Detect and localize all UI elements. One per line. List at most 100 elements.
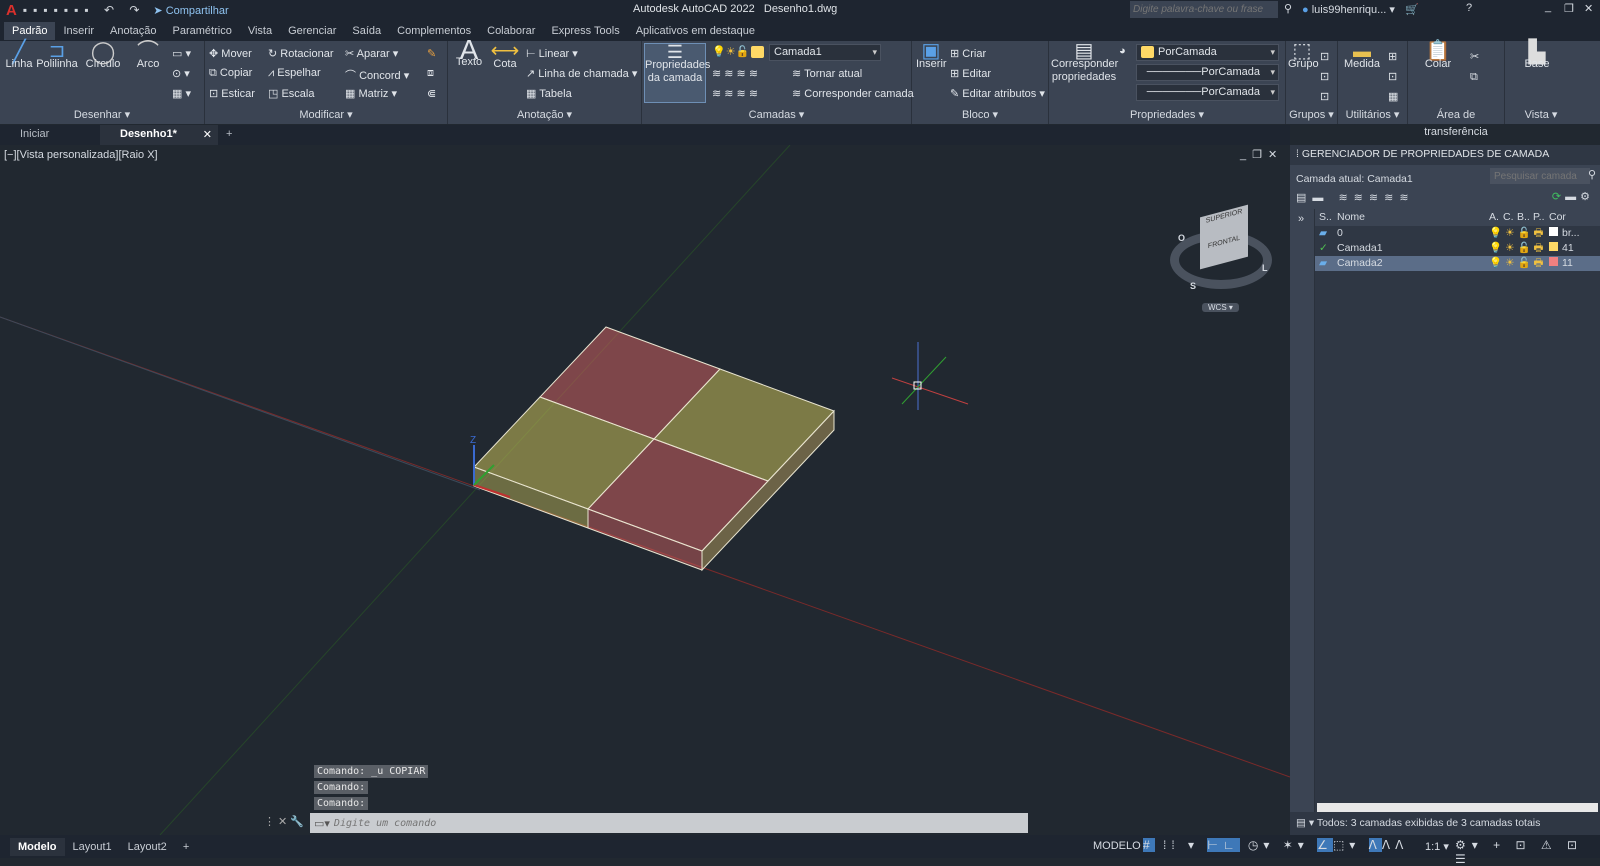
make-current-button[interactable]: ≋ Tornar atual xyxy=(792,67,862,80)
tab-parametrico[interactable]: Paramétrico xyxy=(165,22,240,40)
layer-state-icons[interactable]: 💡☀🔓🖶 xyxy=(1489,256,1549,271)
tab-vista[interactable]: Vista xyxy=(240,22,280,40)
layer-tools-row1[interactable]: ≋ ≋ ≋ ≋ xyxy=(712,67,758,80)
panel-title[interactable]: Grupos ▾ xyxy=(1286,107,1337,124)
panel-title[interactable]: Propriedades ▾ xyxy=(1049,107,1285,124)
line-button[interactable]: ╱ Linha xyxy=(4,41,34,71)
layer-tools-row2[interactable]: ≋ ≋ ≋ ≋ xyxy=(712,87,758,100)
panel-title[interactable]: Vista ▾ xyxy=(1505,107,1577,124)
panel-title[interactable]: Modificar ▾ xyxy=(205,107,447,124)
lineweight-dropdown[interactable]: ───────PorCamada xyxy=(1136,84,1279,101)
status-tools[interactable]: ⚙▾ + ⊡ ⚠ ⊡ ☰ xyxy=(1455,838,1600,866)
tab-layout2[interactable]: Layout2 xyxy=(120,838,175,856)
paste-button[interactable]: 📋 Colar xyxy=(1418,41,1458,71)
tab-express-tools[interactable]: Express Tools xyxy=(543,22,627,40)
base-view-button[interactable]: ▙ Base xyxy=(1517,41,1557,71)
layer-color[interactable]: br... xyxy=(1549,226,1580,241)
ellipse-icon[interactable]: ⊙ ▾ xyxy=(172,67,190,80)
table-button[interactable]: ▦ Tabela xyxy=(526,87,572,100)
search-icon[interactable]: ⚲ xyxy=(1284,2,1292,15)
erase-icon[interactable]: ✎ xyxy=(427,47,436,60)
explode-icon[interactable]: ⧈ xyxy=(427,67,434,80)
command-line-controls[interactable]: ⋮ ✕ 🔧 xyxy=(264,815,304,828)
clipboard-tools[interactable]: ✂ ⧉ xyxy=(1470,47,1479,87)
tab-layout1[interactable]: Layout1 xyxy=(65,838,120,856)
col-status[interactable]: S.. xyxy=(1315,209,1332,226)
layer-name[interactable]: Camada2 xyxy=(1331,256,1489,271)
wcs-menu[interactable]: WCS ▾ xyxy=(1202,303,1239,312)
col-plot[interactable]: P.. xyxy=(1533,209,1549,226)
tab-saida[interactable]: Saída xyxy=(344,22,389,40)
command-input-box[interactable]: ▭▾ xyxy=(310,813,1028,833)
palette-title[interactable]: ⁞ GERENCIADOR DE PROPRIEDADES DE CAMADA xyxy=(1290,145,1600,165)
move-button[interactable]: ✥ Mover xyxy=(209,47,252,60)
compass-east[interactable]: L xyxy=(1262,263,1268,273)
edit-attributes-button[interactable]: ✎ Editar atributos ▾ xyxy=(950,87,1045,100)
tab-padrao[interactable]: Padrão xyxy=(4,21,56,40)
stretch-button[interactable]: ⊡ Esticar xyxy=(209,87,255,100)
dimension-button[interactable]: ⟷ Cota xyxy=(490,41,520,71)
drawing-viewport[interactable]: [−][Vista personalizada][Raio X] _❐✕ Z S… xyxy=(0,145,1290,835)
command-input[interactable] xyxy=(333,817,1028,829)
tab-desenho1[interactable]: Desenho1* ✕ xyxy=(100,125,218,145)
close-tab-icon[interactable]: ✕ xyxy=(203,128,212,141)
panel-title[interactable]: Desenhar ▾ xyxy=(0,107,204,124)
scale-button[interactable]: ◳ Escala xyxy=(268,87,314,100)
trim-button[interactable]: ✂ Aparar ▾ xyxy=(345,47,398,60)
layer-color[interactable]: 11 xyxy=(1549,256,1573,271)
col-color[interactable]: Cor xyxy=(1549,209,1566,226)
copy-button[interactable]: ⧉ Copiar xyxy=(209,67,252,80)
panel-title[interactable]: Anotação ▾ xyxy=(448,107,641,124)
arc-button[interactable]: ⌒ Arco xyxy=(130,41,166,71)
help-icon[interactable]: ? xyxy=(1466,2,1472,14)
layer-toolbar[interactable]: ▤▬ ≋≋≋≋≋ ⟳▬⚙ xyxy=(1290,187,1600,209)
insert-button[interactable]: ▣ Inserir xyxy=(916,41,947,71)
quick-access-toolbar[interactable]: ▪▪▪▪▪▪▪ ↶ ↷ xyxy=(23,3,146,17)
col-name[interactable]: Nome xyxy=(1331,209,1489,226)
share-button[interactable]: ➤ Compartilhar xyxy=(153,4,228,17)
col-lock[interactable]: B.. xyxy=(1517,209,1533,226)
search-input[interactable] xyxy=(1130,1,1278,18)
user-menu[interactable]: ● luis99henriqu... ▾ xyxy=(1302,3,1395,16)
leader-button[interactable]: ↗ Linha de chamada ▾ xyxy=(526,67,637,80)
tab-iniciar[interactable]: Iniciar xyxy=(0,125,100,145)
color-dropdown[interactable]: PorCamada xyxy=(1136,44,1279,61)
mirror-button[interactable]: ⩘ Espelhar xyxy=(268,67,321,80)
offset-icon[interactable]: ⋐ xyxy=(427,87,436,100)
array-button[interactable]: ▦ Matriz ▾ xyxy=(345,87,397,100)
layer-dropdown[interactable]: Camada1 xyxy=(769,44,881,61)
text-button[interactable]: A Texto xyxy=(454,36,484,69)
rectangle-icon[interactable]: ▭ ▾ xyxy=(172,47,191,60)
new-tab-button[interactable]: + xyxy=(218,125,240,145)
compass-south[interactable]: S xyxy=(1190,281,1196,291)
layer-search-input[interactable] xyxy=(1490,168,1590,184)
col-freeze[interactable]: C. xyxy=(1503,209,1517,226)
minimize-button[interactable]: _ xyxy=(1545,1,1551,13)
status-toggles[interactable]: # ⁞⁞ ▾ ⊢∟ ◷▾ ✶▾ ∠⬚▾ ⴷⴷⴷ xyxy=(1143,838,1408,852)
utility-tools[interactable]: ⊞ ⊡ ▦ xyxy=(1388,47,1398,107)
layer-row[interactable]: ✓ Camada1 💡☀🔓🖶 41 xyxy=(1315,241,1600,256)
hatch-icon[interactable]: ▦ ▾ xyxy=(172,87,191,100)
match-properties-button[interactable]: ▤ Corresponder propriedades xyxy=(1051,41,1118,84)
polyline-button[interactable]: ⊐ Polilinha xyxy=(36,41,78,71)
match-layer-button[interactable]: ≋ Corresponder camada xyxy=(792,87,914,100)
panel-title[interactable]: Área de transferência xyxy=(1408,107,1504,138)
create-block-button[interactable]: ⊞ Criar xyxy=(950,47,986,60)
layer-row[interactable]: ▰ 0 💡☀🔓🖶 br... xyxy=(1315,226,1600,241)
panel-title[interactable]: Utilitários ▾ xyxy=(1338,107,1407,124)
fillet-button[interactable]: ⌒ Concord ▾ xyxy=(345,67,409,83)
autocad-logo-icon[interactable]: A xyxy=(6,2,17,19)
edit-block-button[interactable]: ⊞ Editar xyxy=(950,67,991,80)
command-prompt-icon[interactable]: ▭▾ xyxy=(314,817,330,830)
tab-colaborar[interactable]: Colaborar xyxy=(479,22,543,40)
linetype-dropdown[interactable]: ───────PorCamada xyxy=(1136,64,1279,81)
search-icon[interactable]: ⚲ xyxy=(1588,168,1596,181)
restore-button[interactable]: ❐ xyxy=(1564,2,1574,15)
cart-icon[interactable]: 🛒 xyxy=(1405,3,1419,16)
close-button[interactable]: ✕ xyxy=(1584,2,1593,15)
model-space-toggle[interactable]: MODELO xyxy=(1093,840,1141,852)
group-button[interactable]: ⬚ Grupo xyxy=(1288,41,1319,71)
annotation-scale[interactable]: 1:1 ▾ xyxy=(1425,840,1449,853)
tab-anotacao[interactable]: Anotação xyxy=(102,22,164,40)
tab-inserir[interactable]: Inserir xyxy=(55,22,102,40)
